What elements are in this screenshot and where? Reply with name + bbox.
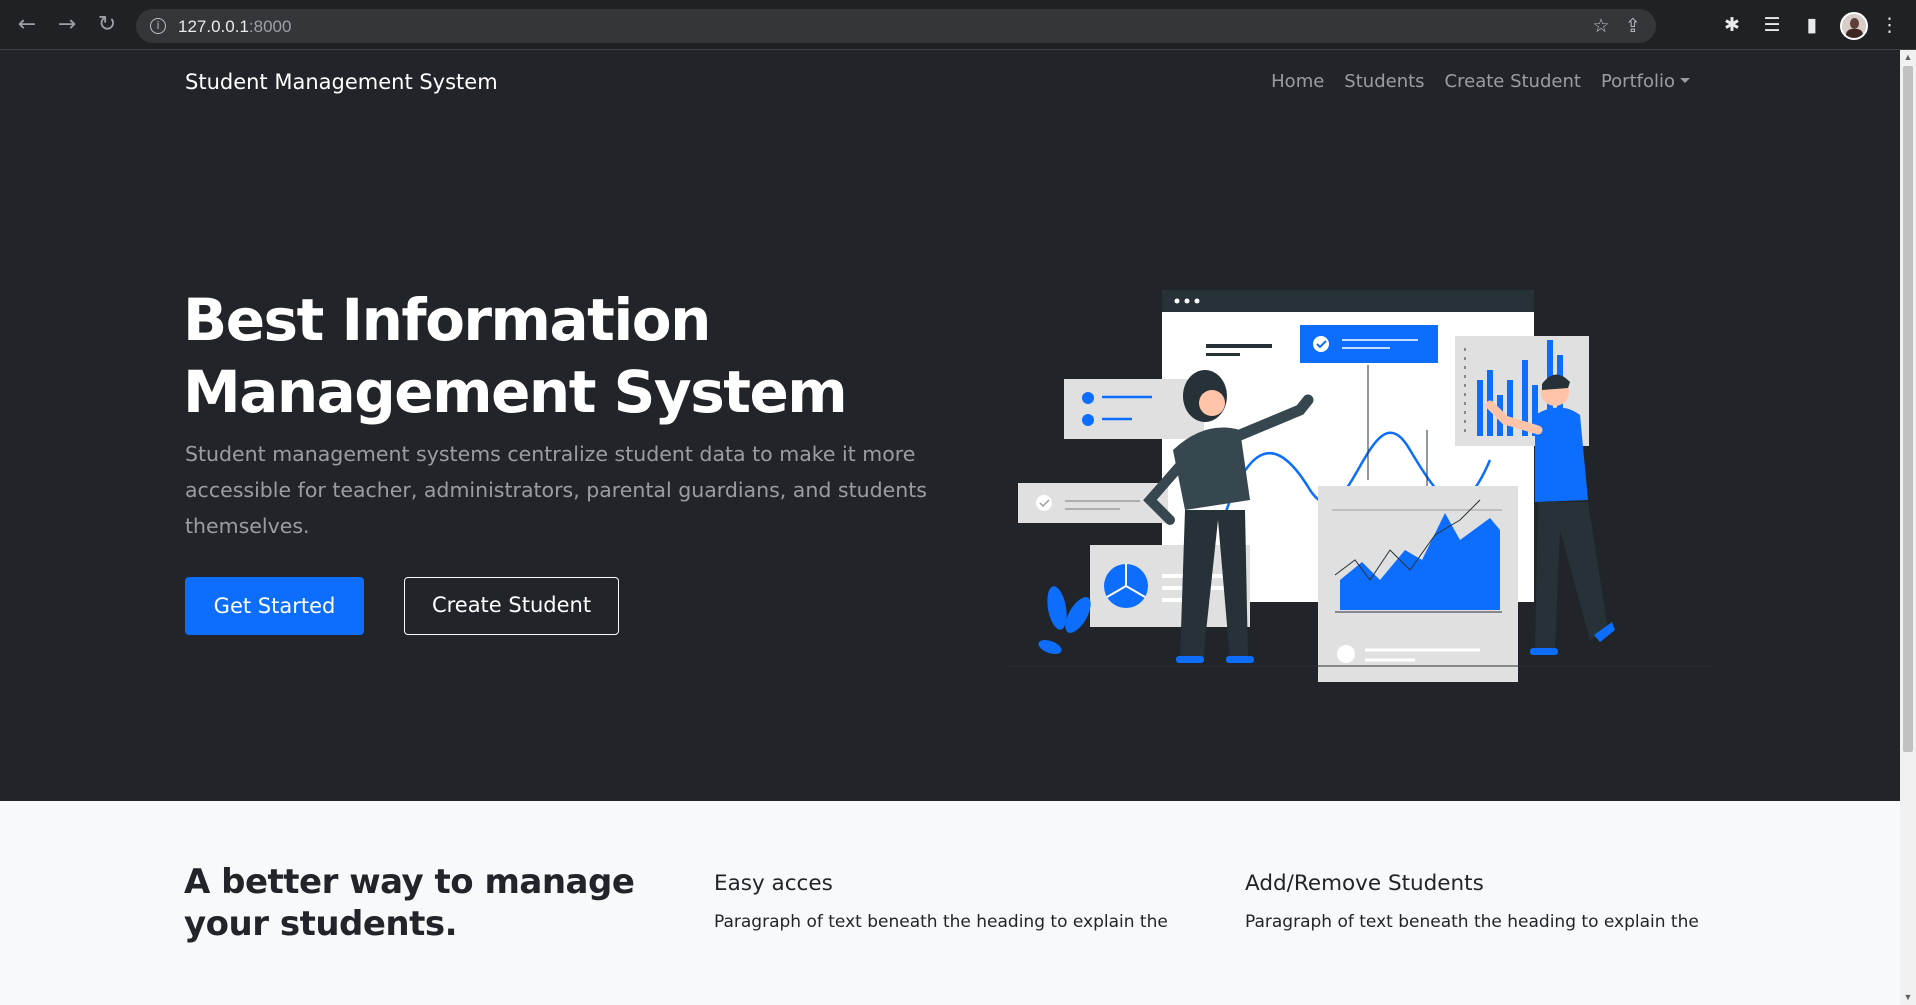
create-student-button[interactable]: Create Student bbox=[404, 577, 619, 635]
nav-portfolio-dropdown[interactable]: Portfolio bbox=[1601, 71, 1690, 92]
feature-text: Paragraph of text beneath the heading to… bbox=[1245, 912, 1699, 932]
browser-toolbar: ← → ↻ i 127.0.0.1:8000 ⇪ ☆ ✱ ☰ ▮ ⋮ bbox=[0, 0, 1916, 50]
hero-illustration bbox=[1010, 290, 1710, 682]
url-text[interactable]: 127.0.0.1:8000 bbox=[178, 17, 291, 37]
main-nav: Home Students Create Student Portfolio bbox=[1271, 71, 1690, 92]
forward-icon[interactable]: → bbox=[54, 12, 80, 38]
side-panel-icon[interactable]: ▮ bbox=[1800, 13, 1824, 37]
url-host: 127.0.0.1 bbox=[178, 17, 249, 36]
scrollbar-thumb[interactable] bbox=[1903, 66, 1913, 752]
back-icon[interactable]: ← bbox=[14, 12, 40, 38]
address-bar[interactable]: i 127.0.0.1:8000 ⇪ ☆ bbox=[136, 9, 1656, 43]
caret-down-icon bbox=[1680, 78, 1690, 83]
extensions-icon[interactable]: ✱ bbox=[1720, 13, 1744, 37]
hero-lead: Student management systems centralize st… bbox=[185, 442, 927, 538]
feature-add-remove: Add/Remove Students Paragraph of text be… bbox=[1245, 871, 1715, 932]
hero-section: Student Management System Home Students … bbox=[0, 50, 1900, 801]
reading-list-icon[interactable]: ☰ bbox=[1760, 13, 1784, 37]
url-port: :8000 bbox=[248, 17, 292, 36]
nav-create-student[interactable]: Create Student bbox=[1445, 71, 1581, 92]
nav-home[interactable]: Home bbox=[1271, 71, 1324, 92]
nav-portfolio-label: Portfolio bbox=[1600, 71, 1675, 92]
scroll-down-icon[interactable]: ▼ bbox=[1903, 992, 1913, 1002]
feature-easy-access: Easy acces Paragraph of text beneath the… bbox=[714, 871, 1184, 932]
scroll-up-icon[interactable]: ▲ bbox=[1903, 52, 1913, 62]
feature-title: Add/Remove Students bbox=[1245, 871, 1484, 896]
page-scrollbar[interactable]: ▲ ▼ bbox=[1900, 50, 1916, 1005]
hero-title-line1: Best Information bbox=[183, 286, 711, 354]
features-heading: A better way to manage your students. bbox=[184, 862, 635, 944]
features-section: A better way to manage your students. Ea… bbox=[0, 801, 1900, 1005]
reload-icon[interactable]: ↻ bbox=[94, 12, 120, 38]
profile-avatar[interactable] bbox=[1840, 12, 1868, 40]
nav-students[interactable]: Students bbox=[1344, 71, 1424, 92]
star-icon[interactable]: ☆ bbox=[1590, 15, 1612, 37]
page-viewport: Student Management System Home Students … bbox=[0, 50, 1900, 1005]
navbar-brand[interactable]: Student Management System bbox=[185, 70, 498, 94]
feature-text: Paragraph of text beneath the heading to… bbox=[714, 912, 1168, 932]
menu-icon[interactable]: ⋮ bbox=[1880, 13, 1899, 37]
hero-title-line2: Management System bbox=[183, 358, 848, 426]
info-icon[interactable]: i bbox=[150, 18, 166, 34]
hero-title: Best Information Management System bbox=[183, 284, 903, 428]
feature-title: Easy acces bbox=[714, 871, 833, 896]
get-started-button[interactable]: Get Started bbox=[185, 577, 364, 635]
share-icon[interactable]: ⇪ bbox=[1622, 15, 1644, 37]
